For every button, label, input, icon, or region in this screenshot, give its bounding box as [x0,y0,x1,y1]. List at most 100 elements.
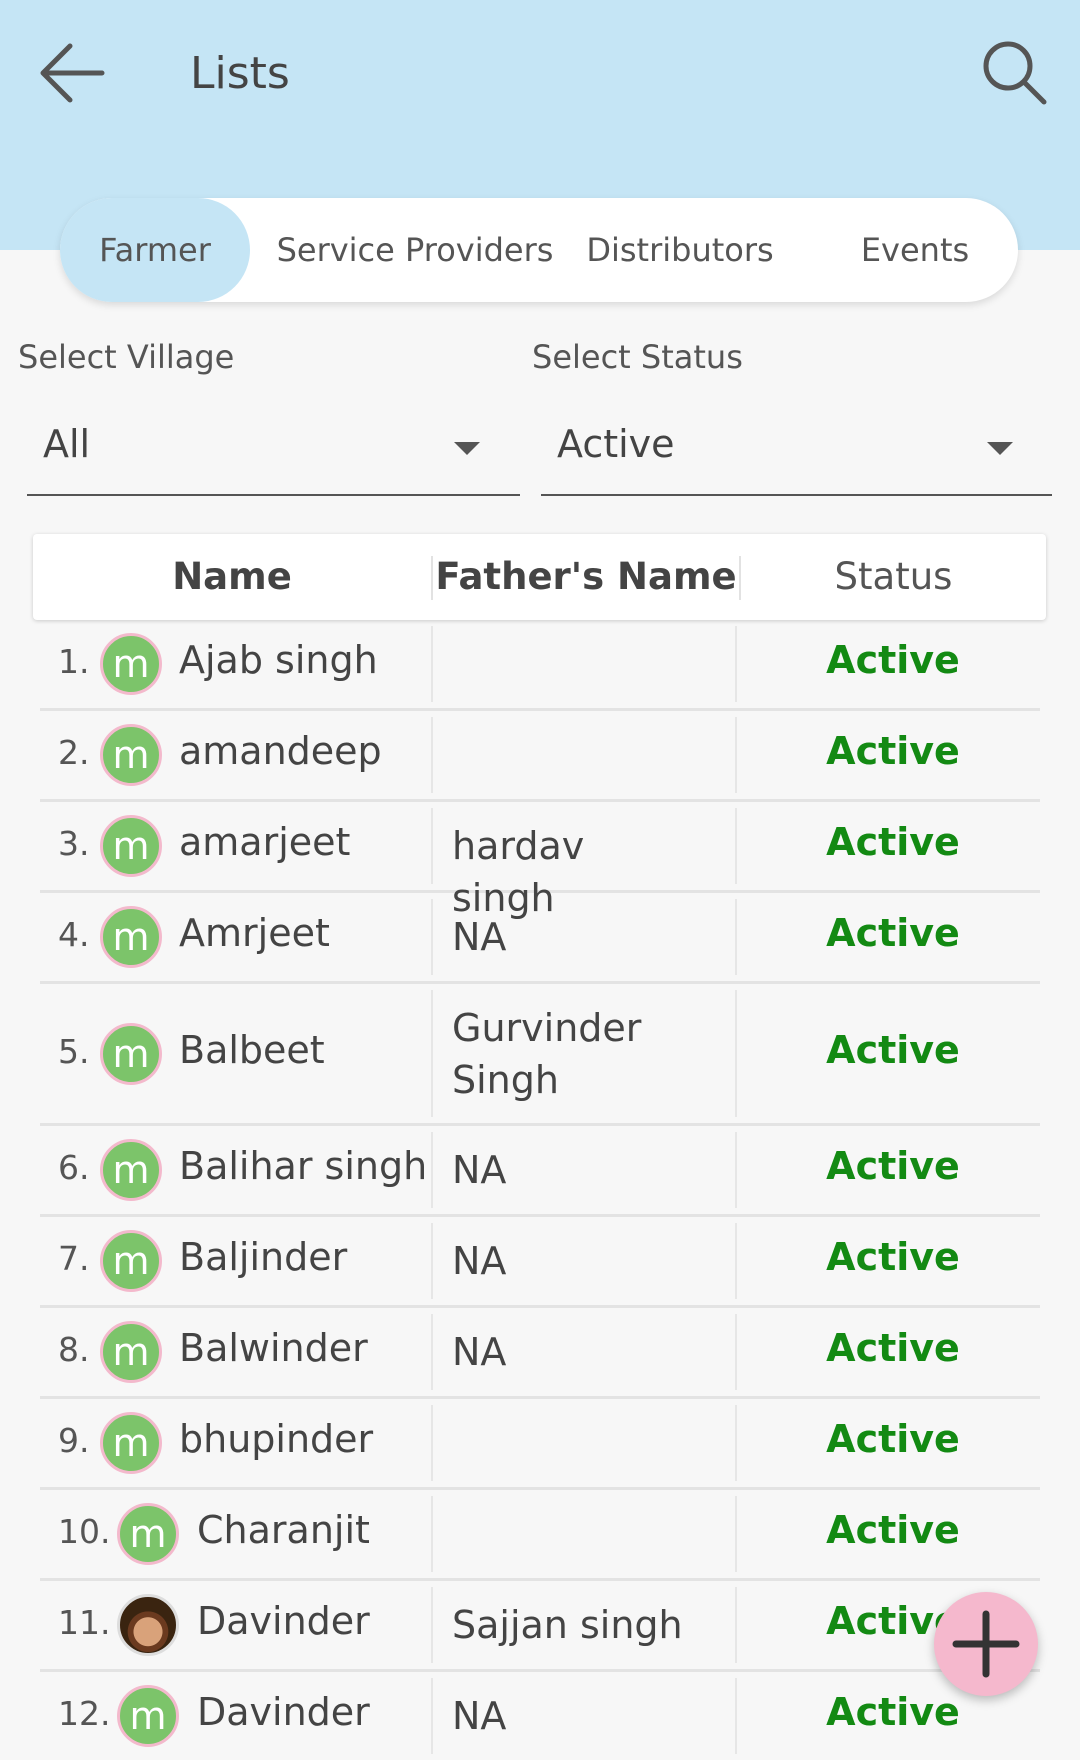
row-number: 6. [58,1148,90,1187]
column-divider [735,717,737,793]
column-divider [431,1678,433,1754]
column-divider [735,1314,737,1390]
row-number: 8. [58,1330,90,1369]
table-row[interactable]: 4. m Amrjeet NA Active [40,893,1040,984]
farmer-name: amandeep [179,729,382,773]
column-divider [431,626,433,702]
table-row[interactable]: 1. m Ajab singh Active [40,620,1040,711]
farmer-name: Balbeet [179,1028,325,1072]
column-divider [431,1405,433,1481]
column-divider [735,1223,737,1299]
tab-events[interactable]: Events [850,198,980,302]
farmer-name: Davinder [197,1690,370,1734]
table-row[interactable]: 3. m amarjeet hardav singh Active [40,802,1040,920]
fathers-name: NA [452,1330,507,1374]
table-row[interactable]: 8. m Balwinder NA Active [40,1308,1040,1399]
row-number: 12. [58,1694,111,1733]
village-select-value: All [43,422,91,466]
tab-bar: Farmer Service Providers Distributors Ev… [60,198,1018,302]
chevron-down-icon [454,442,480,455]
column-divider [431,717,433,793]
column-header-fathers-name[interactable]: Father's Name [431,534,741,620]
avatar: m [100,815,162,877]
table-row[interactable]: 10. m Charanjit Active [40,1490,1040,1581]
avatar: m [100,724,162,786]
table-row[interactable]: 12. m Davinder NA Active [40,1672,1040,1760]
status-select[interactable]: Active [541,410,1052,496]
status-badge: Active [826,1326,960,1370]
fathers-name: NA [452,915,507,959]
status-badge: Active [826,911,960,955]
column-header-status[interactable]: Status [741,534,1046,620]
status-badge: Active [826,1028,960,1072]
row-number: 7. [58,1239,90,1278]
column-divider [735,1587,737,1663]
column-divider [735,990,737,1117]
row-number: 2. [58,733,90,772]
table-row[interactable]: 7. m Baljinder NA Active [40,1217,1040,1308]
status-badge: Active [826,1417,960,1461]
column-header-name[interactable]: Name [33,534,431,620]
column-divider [431,1314,433,1390]
column-divider [735,899,737,975]
village-filter-label: Select Village [18,338,235,376]
column-divider [735,808,737,884]
row-number: 3. [58,824,90,863]
column-divider [735,1496,737,1572]
table-row[interactable]: 5. m Balbeet Gurvinder Singh Active [40,984,1040,1126]
avatar: m [100,633,162,695]
search-icon [983,41,1047,105]
farmer-name: amarjeet [179,820,351,864]
column-divider [431,1223,433,1299]
row-number: 11. [58,1603,111,1642]
row-number: 1. [58,642,90,681]
avatar: m [100,1023,162,1085]
column-divider [735,1405,737,1481]
farmer-name: Amrjeet [179,911,330,955]
avatar: m [117,1503,179,1565]
farmer-name: Baljinder [179,1235,348,1279]
status-filter-label: Select Status [532,338,743,376]
farmer-name: Balihar singh [179,1144,428,1188]
fathers-name: Sajjan singh [452,1603,683,1647]
farmer-name: Davinder [197,1599,370,1643]
table-row[interactable]: 11. Davinder Sajjan singh Active [40,1581,1040,1672]
add-farmer-button[interactable] [934,1592,1038,1696]
status-badge: Active [826,729,960,773]
chevron-down-icon [987,442,1013,455]
fathers-name: NA [452,1239,507,1283]
column-divider [431,808,433,884]
farmer-list: 1. m Ajab singh Active 2. m amandeep Act… [40,620,1040,1760]
column-divider [431,990,433,1117]
arrow-left-icon [40,43,105,103]
status-badge: Active [826,1508,960,1552]
avatar: m [117,1685,179,1747]
avatar: m [100,1230,162,1292]
column-divider [735,626,737,702]
avatar: m [100,1321,162,1383]
tab-service-providers[interactable]: Service Providers [265,198,565,302]
table-row[interactable]: 6. m Balihar singh NA Active [40,1126,1040,1217]
column-divider [735,1132,737,1208]
row-number: 4. [58,915,90,954]
table-row[interactable]: 9. m bhupinder Active [40,1399,1040,1490]
avatar-photo [117,1594,179,1656]
column-divider [431,899,433,975]
status-badge: Active [826,1690,960,1734]
farmer-name: Charanjit [197,1508,370,1552]
tab-distributors[interactable]: Distributors [585,198,775,302]
village-select[interactable]: All [27,410,520,496]
column-divider [735,1678,737,1754]
page-title: Lists [190,48,290,99]
status-badge: Active [826,638,960,682]
search-button[interactable] [980,38,1050,108]
back-button[interactable] [36,40,112,106]
column-divider [431,1496,433,1572]
avatar: m [100,906,162,968]
status-select-value: Active [557,422,675,466]
fathers-name: NA [452,1694,507,1738]
tab-farmer[interactable]: Farmer [60,198,250,302]
row-number: 5. [58,1032,90,1071]
table-header: Name Father's Name Status [33,534,1046,620]
table-row[interactable]: 2. m amandeep Active [40,711,1040,802]
